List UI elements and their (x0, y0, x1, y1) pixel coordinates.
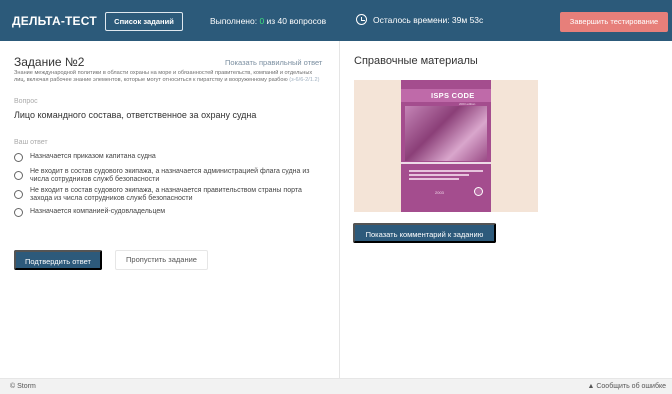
answer-label: Ваш ответ (14, 139, 48, 146)
answer-option[interactable]: Не входит в состав судового экипажа, а н… (14, 168, 320, 184)
cover-text-line (409, 174, 469, 176)
reference-image[interactable]: ISPS CODE 2003 edition 2003 (354, 80, 538, 212)
answer-option-text: Назначается приказом капитана судна (30, 153, 156, 160)
show-comment-button[interactable]: Показать комментарий к заданию (353, 223, 496, 243)
radio-button[interactable] (14, 153, 23, 162)
report-error-label: Сообщить об ошибке (596, 383, 666, 390)
task-title: Задание №2 (14, 55, 85, 69)
task-code: (з-6/6-2/1.2) (289, 76, 320, 83)
task-list-button[interactable]: Список заданий (105, 12, 183, 31)
progress-prefix: Выполнено: (210, 16, 260, 26)
answer-option[interactable]: Не входит в состав судового экипажа, а н… (14, 187, 320, 203)
radio-button[interactable] (14, 208, 23, 217)
book-cover: ISPS CODE 2003 edition 2003 (401, 80, 491, 212)
brand-logo: ДЕЛЬТА-ТЕСТ (12, 14, 97, 28)
report-error-link[interactable]: ▲ Сообщить об ошибке (587, 383, 666, 390)
radio-button[interactable] (14, 190, 23, 199)
answer-option-text: Не входит в состав судового экипажа, а н… (30, 168, 310, 183)
cover-divider (401, 162, 491, 164)
panel-divider (339, 41, 340, 378)
imo-emblem-icon (474, 187, 483, 196)
cover-text-line (409, 170, 483, 172)
progress-suffix: из 40 вопросов (264, 16, 327, 26)
warning-icon: ▲ (587, 383, 595, 390)
top-bar: ДЕЛЬТА-ТЕСТ Список заданий Выполнено: 0 … (0, 0, 672, 41)
task-description-text: Знание международной политики в области … (14, 70, 313, 83)
cover-text-line (409, 178, 459, 180)
timer: Осталось времени: 39м 53с (356, 14, 483, 25)
progress-status: Выполнено: 0 из 40 вопросов (210, 16, 326, 26)
footer: © Storm ▲ Сообщить об ошибке (0, 378, 672, 394)
answer-option[interactable]: Назначается приказом капитана судна (14, 153, 320, 162)
copyright: © Storm (10, 383, 36, 390)
cover-photo (405, 106, 487, 161)
show-correct-answer-link[interactable]: Показать правильный ответ (225, 58, 322, 67)
radio-button[interactable] (14, 171, 23, 180)
question-label: Вопрос (14, 98, 38, 105)
answer-option-text: Не входит в состав судового экипажа, а н… (30, 187, 302, 202)
timer-text: Осталось времени: 39м 53с (373, 14, 484, 25)
task-description: Знание международной политики в области … (14, 70, 324, 83)
reference-title: Справочные материалы (354, 55, 478, 67)
book-edition: 2003 (435, 190, 444, 195)
skip-task-button[interactable]: Пропустить задание (115, 250, 208, 270)
finish-test-button[interactable]: Завершить тестирование (560, 12, 668, 32)
clock-icon (356, 14, 367, 25)
book-logo: ISPS CODE (431, 91, 475, 100)
answer-option[interactable]: Назначается компанией-судовладельцем (14, 208, 320, 217)
confirm-answer-button[interactable]: Подтвердить ответ (14, 250, 102, 270)
answer-option-text: Назначается компанией-судовладельцем (30, 208, 166, 215)
question-text: Лицо командного состава, ответственное з… (14, 110, 257, 120)
